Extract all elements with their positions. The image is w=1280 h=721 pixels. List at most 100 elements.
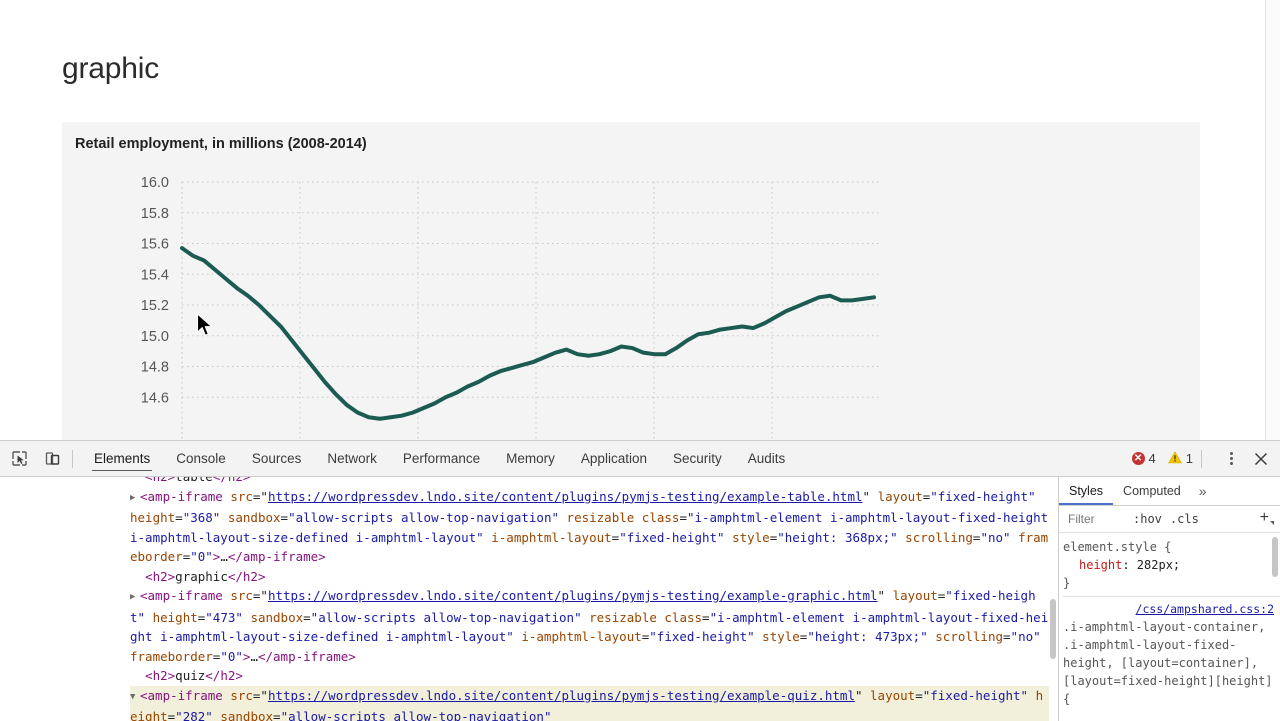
- dom-tree-scrollbar[interactable]: [1049, 477, 1058, 721]
- tab-audits[interactable]: Audits: [735, 441, 799, 477]
- dom-tree-line[interactable]: <h2>quiz</h2>: [130, 666, 1050, 686]
- dom-token: scrolling: [928, 629, 1003, 644]
- dom-token: <h2>: [145, 668, 175, 683]
- rule-divider: [1063, 596, 1280, 597]
- dom-token: sandbox: [213, 709, 273, 721]
- dom-token: "282": [175, 709, 213, 721]
- dom-token: =: [281, 510, 289, 525]
- dom-token: sandbox: [220, 510, 280, 525]
- style-rule-source-link[interactable]: /css/ampshared.css:2: [1063, 600, 1280, 618]
- dom-gutter: [0, 477, 26, 721]
- dom-token: [130, 477, 145, 484]
- tab-application[interactable]: Application: [568, 441, 660, 477]
- dom-token: "allow-scripts allow-top-navigation": [311, 610, 582, 625]
- dom-token: "fixed-height": [649, 629, 754, 644]
- dom-token: …: [220, 549, 228, 564]
- styles-more-tabs-icon[interactable]: »: [1191, 477, 1215, 505]
- devtools-tabs: Elements Console Sources Network Perform…: [81, 441, 798, 477]
- dom-token: …: [250, 649, 258, 664]
- dom-token: quiz: [175, 668, 205, 683]
- dom-src-link[interactable]: https://wordpressdev.lndo.site/content/p…: [268, 489, 863, 504]
- tab-memory[interactable]: Memory: [493, 441, 568, 477]
- tab-elements[interactable]: Elements: [81, 441, 163, 477]
- dom-token: "height: 473px;": [807, 629, 927, 644]
- dom-tree-line[interactable]: ▼<amp-iframe src="https://wordpressdev.l…: [130, 686, 1050, 721]
- tab-performance[interactable]: Performance: [390, 441, 493, 477]
- style-rule[interactable]: element.style {height: 282px;}: [1063, 538, 1280, 592]
- dom-tree-line[interactable]: <h2>table</h2>: [130, 477, 1050, 487]
- cls-toggle-button[interactable]: .cls: [1166, 511, 1203, 527]
- tab-computed[interactable]: Computed: [1113, 477, 1191, 505]
- dom-token: sandbox: [243, 610, 303, 625]
- dom-token: ": [878, 588, 893, 603]
- svg-text:15.4: 15.4: [141, 267, 169, 283]
- svg-text:15.0: 15.0: [141, 329, 169, 345]
- styles-scroll-thumb[interactable]: [1272, 537, 1278, 577]
- close-icon[interactable]: [1248, 446, 1274, 472]
- dom-token: =": [253, 489, 268, 504]
- dom-token: <amp-iframe: [140, 688, 223, 703]
- disclosure-triangle-icon: ▶: [130, 588, 140, 608]
- style-rule-selector[interactable]: element.style {: [1063, 538, 1280, 556]
- style-property-value[interactable]: : 282px;: [1122, 558, 1180, 572]
- dom-tree-line[interactable]: ▶<amp-iframe src="https://wordpressdev.l…: [130, 586, 1050, 666]
- dom-token: </h2>: [213, 477, 251, 484]
- styles-filter-bar: :hov .cls +: [1059, 506, 1280, 533]
- dom-token: "no": [980, 530, 1010, 545]
- dom-token: =": [253, 688, 268, 703]
- devtools-panel: Elements Console Sources Network Perform…: [0, 440, 1280, 720]
- dom-token: <h2>: [145, 477, 175, 484]
- tab-styles[interactable]: Styles: [1059, 477, 1113, 505]
- dom-tree-pane[interactable]: <h2>table</h2>▶<amp-iframe src="https://…: [0, 477, 1058, 721]
- dom-token: style: [755, 629, 800, 644]
- dom-token: </h2>: [205, 668, 243, 683]
- style-declaration[interactable]: height: 282px;: [1063, 556, 1280, 574]
- toolbar-divider: [72, 450, 73, 468]
- svg-text:15.2: 15.2: [141, 298, 169, 314]
- dom-token: [130, 668, 145, 683]
- style-rule[interactable]: /css/ampshared.css:2.i-amphtml-layout-co…: [1063, 600, 1280, 708]
- new-style-rule-button[interactable]: +: [1256, 509, 1276, 529]
- style-property-name[interactable]: height: [1079, 558, 1122, 572]
- dom-token: ": [863, 489, 878, 504]
- dom-token: =: [915, 688, 923, 703]
- dom-token: "fixed-height": [930, 489, 1035, 504]
- tab-console[interactable]: Console: [163, 441, 239, 477]
- dom-token: "0": [190, 549, 213, 564]
- dom-tree-scroll-thumb[interactable]: [1050, 599, 1056, 659]
- svg-text:15.8: 15.8: [141, 206, 169, 222]
- svg-text:14.6: 14.6: [141, 390, 169, 406]
- dom-token: scrolling: [898, 530, 973, 545]
- dom-token: "allow-scripts allow-top-navigation": [281, 709, 552, 721]
- error-icon: ✕: [1132, 452, 1145, 465]
- chart-svg: 16.015.815.615.415.215.014.814.6: [62, 176, 1200, 440]
- styles-tabbar: Styles Computed »: [1059, 477, 1280, 506]
- device-toolbar-icon[interactable]: [38, 446, 66, 472]
- dom-token: =: [303, 610, 311, 625]
- dom-token: =: [273, 709, 281, 721]
- disclosure-triangle-icon: ▶: [130, 489, 140, 509]
- tab-security[interactable]: Security: [660, 441, 735, 477]
- dom-token: "fixed-height": [923, 688, 1028, 703]
- hov-toggle-button[interactable]: :hov: [1129, 511, 1166, 527]
- dom-token: =: [175, 510, 183, 525]
- kebab-menu-icon[interactable]: [1220, 452, 1242, 465]
- dom-src-link[interactable]: https://wordpressdev.lndo.site/content/p…: [268, 588, 878, 603]
- warning-counter[interactable]: 1: [1158, 451, 1195, 467]
- warning-icon: [1168, 451, 1182, 467]
- style-rule-selector[interactable]: .i-amphtml-layout-container, .i-amphtml-…: [1063, 618, 1280, 708]
- dom-token: </amp-iframe>: [228, 549, 326, 564]
- chart-title: Retail employment, in millions (2008-201…: [75, 136, 367, 152]
- tab-network[interactable]: Network: [314, 441, 390, 477]
- inspect-cursor-icon[interactable]: [5, 446, 33, 472]
- page-scrollbar[interactable]: [1265, 0, 1280, 440]
- dom-tree-line[interactable]: ▶<amp-iframe src="https://wordpressdev.l…: [130, 487, 1050, 567]
- styles-rules-list: element.style {height: 282px;}/css/ampsh…: [1059, 534, 1280, 721]
- error-counter[interactable]: ✕ 4: [1132, 451, 1158, 466]
- dom-src-link[interactable]: https://wordpressdev.lndo.site/content/p…: [268, 688, 855, 703]
- dom-token: "473": [205, 610, 243, 625]
- styles-filter-input[interactable]: [1063, 509, 1129, 529]
- tab-sources[interactable]: Sources: [239, 441, 315, 477]
- dom-tree-line[interactable]: <h2>graphic</h2>: [130, 567, 1050, 587]
- dom-token: "0": [220, 649, 243, 664]
